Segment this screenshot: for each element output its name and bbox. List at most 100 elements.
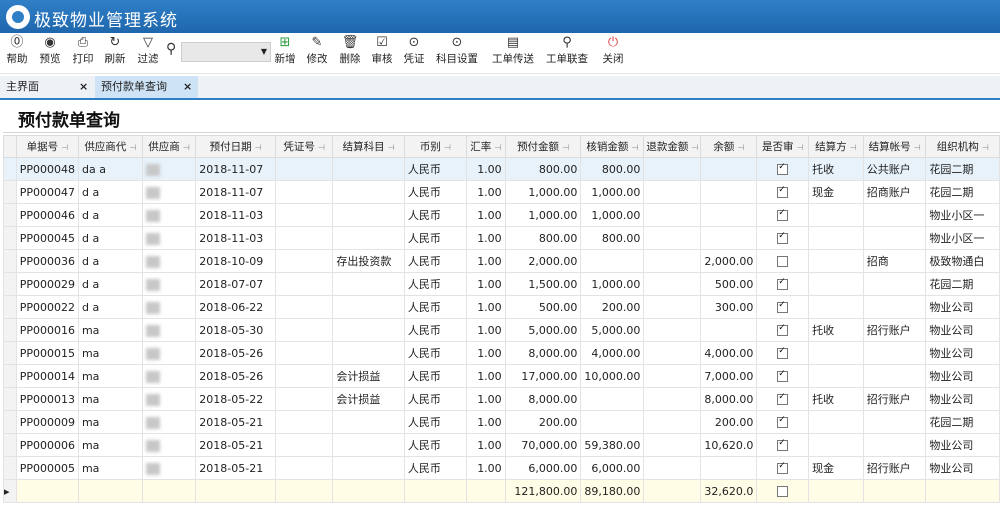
cell-audited[interactable]	[756, 318, 810, 342]
cell-code[interactable]: d a	[77, 180, 143, 204]
audited-checkbox[interactable]	[777, 486, 789, 497]
cell-supplier[interactable]	[141, 341, 197, 365]
audited-checkbox[interactable]	[777, 369, 789, 382]
cell-code[interactable]: ma	[77, 387, 143, 411]
cell-org[interactable]: 花园二期	[925, 272, 1000, 296]
cell-balance[interactable]: 500.00	[700, 272, 758, 296]
cell-currency[interactable]: 人民币	[403, 318, 467, 342]
pin-icon[interactable]: ⊣	[914, 143, 921, 152]
column-header[interactable]: 汇率 ⊣	[465, 135, 506, 158]
table-row[interactable]: PP000009ma2018-05-21人民币1.00200.00200.00花…	[3, 410, 1000, 434]
cell-voucher[interactable]	[274, 180, 334, 204]
cell-verified[interactable]	[580, 410, 645, 434]
cell-rate[interactable]: 1.00	[465, 387, 506, 411]
column-header[interactable]: 币别 ⊣	[403, 135, 467, 158]
cell-subject[interactable]	[332, 456, 405, 480]
cell-amount[interactable]: 1,000.00	[504, 180, 582, 204]
cell-date[interactable]: 2018-11-03	[195, 226, 276, 250]
audited-checkbox[interactable]	[777, 323, 789, 336]
cell-currency[interactable]: 人民币	[403, 203, 467, 227]
cell-amount[interactable]: 500.00	[504, 295, 582, 319]
cell-balance[interactable]: 2,000.00	[700, 249, 758, 273]
audited-checkbox[interactable]	[777, 438, 789, 451]
pin-icon[interactable]: ⊣	[61, 143, 68, 152]
cell-rate[interactable]: 1.00	[465, 364, 506, 388]
cell-code[interactable]: ma	[77, 433, 143, 457]
cell-voucher[interactable]	[274, 226, 334, 250]
pin-icon[interactable]: ⊣	[255, 143, 262, 152]
cell-account[interactable]	[862, 203, 927, 227]
column-header[interactable]: 供应商 ⊣	[141, 135, 197, 158]
column-header[interactable]: 预付日期 ⊣	[195, 135, 276, 158]
cell-balance[interactable]	[700, 226, 758, 250]
cell-amount[interactable]: 5,000.00	[504, 318, 582, 342]
cell-audited[interactable]	[756, 364, 810, 388]
cell-rate[interactable]: 1.00	[465, 226, 506, 250]
cell-code[interactable]: ma	[77, 364, 143, 388]
column-header[interactable]: 供应商代 ⊣	[77, 135, 143, 158]
column-header[interactable]: 结算帐号 ⊣	[862, 135, 927, 158]
cell-voucher[interactable]	[274, 387, 334, 411]
cell-balance[interactable]: 10,620.0	[700, 433, 758, 457]
cell-amount[interactable]: 8,000.00	[504, 341, 582, 365]
cell-no[interactable]: PP000045	[15, 226, 79, 250]
cell-currency[interactable]: 人民币	[403, 295, 467, 319]
cell-account[interactable]	[862, 272, 927, 296]
cell-verified[interactable]: 4,000.00	[580, 341, 645, 365]
cell-no[interactable]: PP000005	[15, 456, 79, 480]
cell-subject[interactable]	[332, 318, 405, 342]
cell-verified[interactable]: 1,000.00	[580, 272, 645, 296]
cell-currency[interactable]: 人民币	[403, 157, 467, 181]
cell-org[interactable]: 极致物通白	[925, 249, 1000, 273]
cell-code[interactable]: d a	[77, 203, 143, 227]
cell-org[interactable]: 花园二期	[925, 157, 1000, 181]
audited-checkbox[interactable]	[777, 346, 789, 359]
cell-audited[interactable]	[756, 387, 810, 411]
cell-supplier[interactable]	[141, 157, 197, 181]
cell-method[interactable]	[808, 249, 864, 273]
cell-amount[interactable]: 8,000.00	[504, 387, 582, 411]
cell-balance[interactable]: 300.00	[700, 295, 758, 319]
table-row[interactable]: PP000045 d a 2018-11-03 人民币 1.00 800.00 800.00…	[3, 226, 1000, 250]
cell-balance[interactable]	[700, 157, 758, 181]
table-row[interactable]: PP000047 d a 2018-11-07 人民币 1.00 1,000.00 1,00…	[3, 180, 1000, 204]
cell-rate[interactable]: 1.00	[465, 295, 506, 319]
cell-audited[interactable]	[756, 157, 810, 181]
column-header[interactable]: 组织机构 ⊣	[925, 135, 1000, 158]
audited-checkbox[interactable]	[777, 162, 789, 175]
table-row[interactable]: PP000046 d a 2018-11-03 人民币 1.00 1,000.00 1,00…	[3, 203, 1000, 227]
cell-subject[interactable]	[332, 226, 405, 250]
cell-method[interactable]	[808, 433, 864, 457]
cell-code[interactable]: d a	[77, 249, 143, 273]
cell-amount[interactable]: 800.00	[504, 157, 582, 181]
cell-code[interactable]: d a	[77, 226, 143, 250]
cell-refund[interactable]	[643, 203, 702, 227]
column-header[interactable]: 凭证号 ⊣	[274, 135, 334, 158]
cell-currency[interactable]: 人民币	[403, 226, 467, 250]
cell-method[interactable]: 现金	[808, 456, 864, 480]
cell-method[interactable]	[808, 226, 864, 250]
workflow-query-button[interactable]: ⚲ 工单联查	[546, 35, 588, 66]
cell-date[interactable]: 2018-05-30	[195, 318, 276, 342]
cell-org[interactable]: 物业公司	[925, 295, 1000, 319]
cell-voucher[interactable]	[274, 456, 334, 480]
cell-refund[interactable]	[643, 410, 702, 434]
cell-date[interactable]: 2018-05-22	[195, 387, 276, 411]
cell-supplier[interactable]	[141, 387, 197, 411]
cell-verified[interactable]: 1,000.00	[580, 180, 645, 204]
cell-verified[interactable]: 200.00	[580, 295, 645, 319]
cell-supplier[interactable]	[141, 180, 197, 204]
cell-org[interactable]: 物业公司	[925, 341, 1000, 365]
pin-icon[interactable]: ⊣	[982, 143, 989, 152]
cell-supplier[interactable]	[141, 456, 197, 480]
tab-main[interactable]: 主界面 ×	[0, 76, 94, 98]
cell-method[interactable]	[808, 364, 864, 388]
cell-audited[interactable]	[756, 203, 810, 227]
cell-org[interactable]: 物业公司	[925, 456, 1000, 480]
cell-subject[interactable]: 存出投资款	[332, 249, 405, 273]
cell-subject[interactable]	[332, 157, 405, 181]
cell-voucher[interactable]	[274, 433, 334, 457]
cell-date[interactable]: 2018-05-26	[195, 341, 276, 365]
audited-checkbox[interactable]	[777, 208, 789, 221]
cell-audited[interactable]	[756, 272, 810, 296]
